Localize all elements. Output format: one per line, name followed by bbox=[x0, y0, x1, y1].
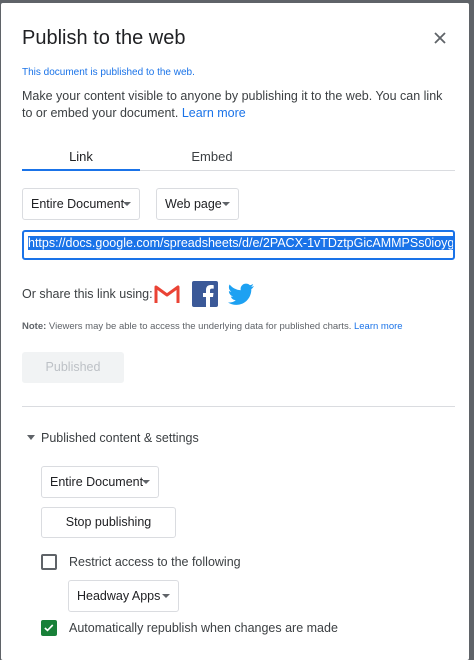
chevron-down-icon bbox=[162, 594, 170, 598]
facebook-icon[interactable] bbox=[191, 281, 219, 307]
scope-dropdown-value: Entire Document bbox=[31, 197, 125, 211]
published-button: Published bbox=[22, 352, 124, 383]
organization-dropdown[interactable]: Headway Apps bbox=[68, 580, 179, 612]
published-notice: This document is published to the web. bbox=[22, 67, 195, 78]
published-settings-toggle[interactable]: Published content & settings bbox=[27, 431, 199, 445]
format-dropdown-value: Web page bbox=[165, 197, 222, 211]
share-label: Or share this link using: bbox=[22, 287, 153, 301]
caret-down-icon bbox=[27, 435, 35, 440]
stop-publishing-button[interactable]: Stop publishing bbox=[41, 507, 176, 538]
auto-republish-label: Automatically republish when changes are… bbox=[69, 621, 338, 635]
gmail-icon[interactable] bbox=[153, 281, 181, 307]
restrict-access-checkbox[interactable] bbox=[41, 554, 57, 570]
learn-more-link[interactable]: Learn more bbox=[182, 106, 246, 120]
chevron-down-icon bbox=[142, 480, 150, 484]
note-learn-more-link[interactable]: Learn more bbox=[354, 321, 403, 332]
auto-republish-checkbox[interactable] bbox=[41, 620, 57, 636]
note-label: Note: bbox=[22, 321, 47, 332]
published-url-text: https://docs.google.com/spreadsheets/d/e… bbox=[28, 236, 455, 250]
scope-dropdown[interactable]: Entire Document bbox=[22, 188, 140, 220]
twitter-icon[interactable] bbox=[228, 281, 256, 307]
organization-value: Headway Apps bbox=[77, 589, 161, 603]
settings-scope-dropdown[interactable]: Entire Document bbox=[41, 466, 159, 498]
restrict-access-label: Restrict access to the following bbox=[69, 555, 241, 569]
format-dropdown[interactable]: Web page bbox=[156, 188, 239, 220]
note-text: Viewers may be able to access the underl… bbox=[48, 321, 352, 332]
publish-dialog: Publish to the web This document is publ… bbox=[1, 3, 469, 660]
tab-link[interactable]: Link bbox=[22, 143, 140, 171]
section-label: Published content & settings bbox=[41, 431, 199, 445]
published-url-field[interactable]: https://docs.google.com/spreadsheets/d/e… bbox=[22, 230, 455, 260]
close-icon[interactable] bbox=[429, 27, 451, 49]
charts-note: Note: Viewers may be able to access the … bbox=[22, 321, 403, 332]
tab-embed[interactable]: Embed bbox=[172, 143, 252, 171]
settings-scope-value: Entire Document bbox=[50, 475, 144, 489]
chevron-down-icon bbox=[123, 202, 131, 206]
chevron-down-icon bbox=[222, 202, 230, 206]
divider bbox=[22, 406, 455, 407]
dialog-title: Publish to the web bbox=[22, 27, 186, 49]
tab-bar: Link Embed bbox=[22, 143, 455, 171]
dialog-description: Make your content visible to anyone by p… bbox=[22, 88, 452, 122]
